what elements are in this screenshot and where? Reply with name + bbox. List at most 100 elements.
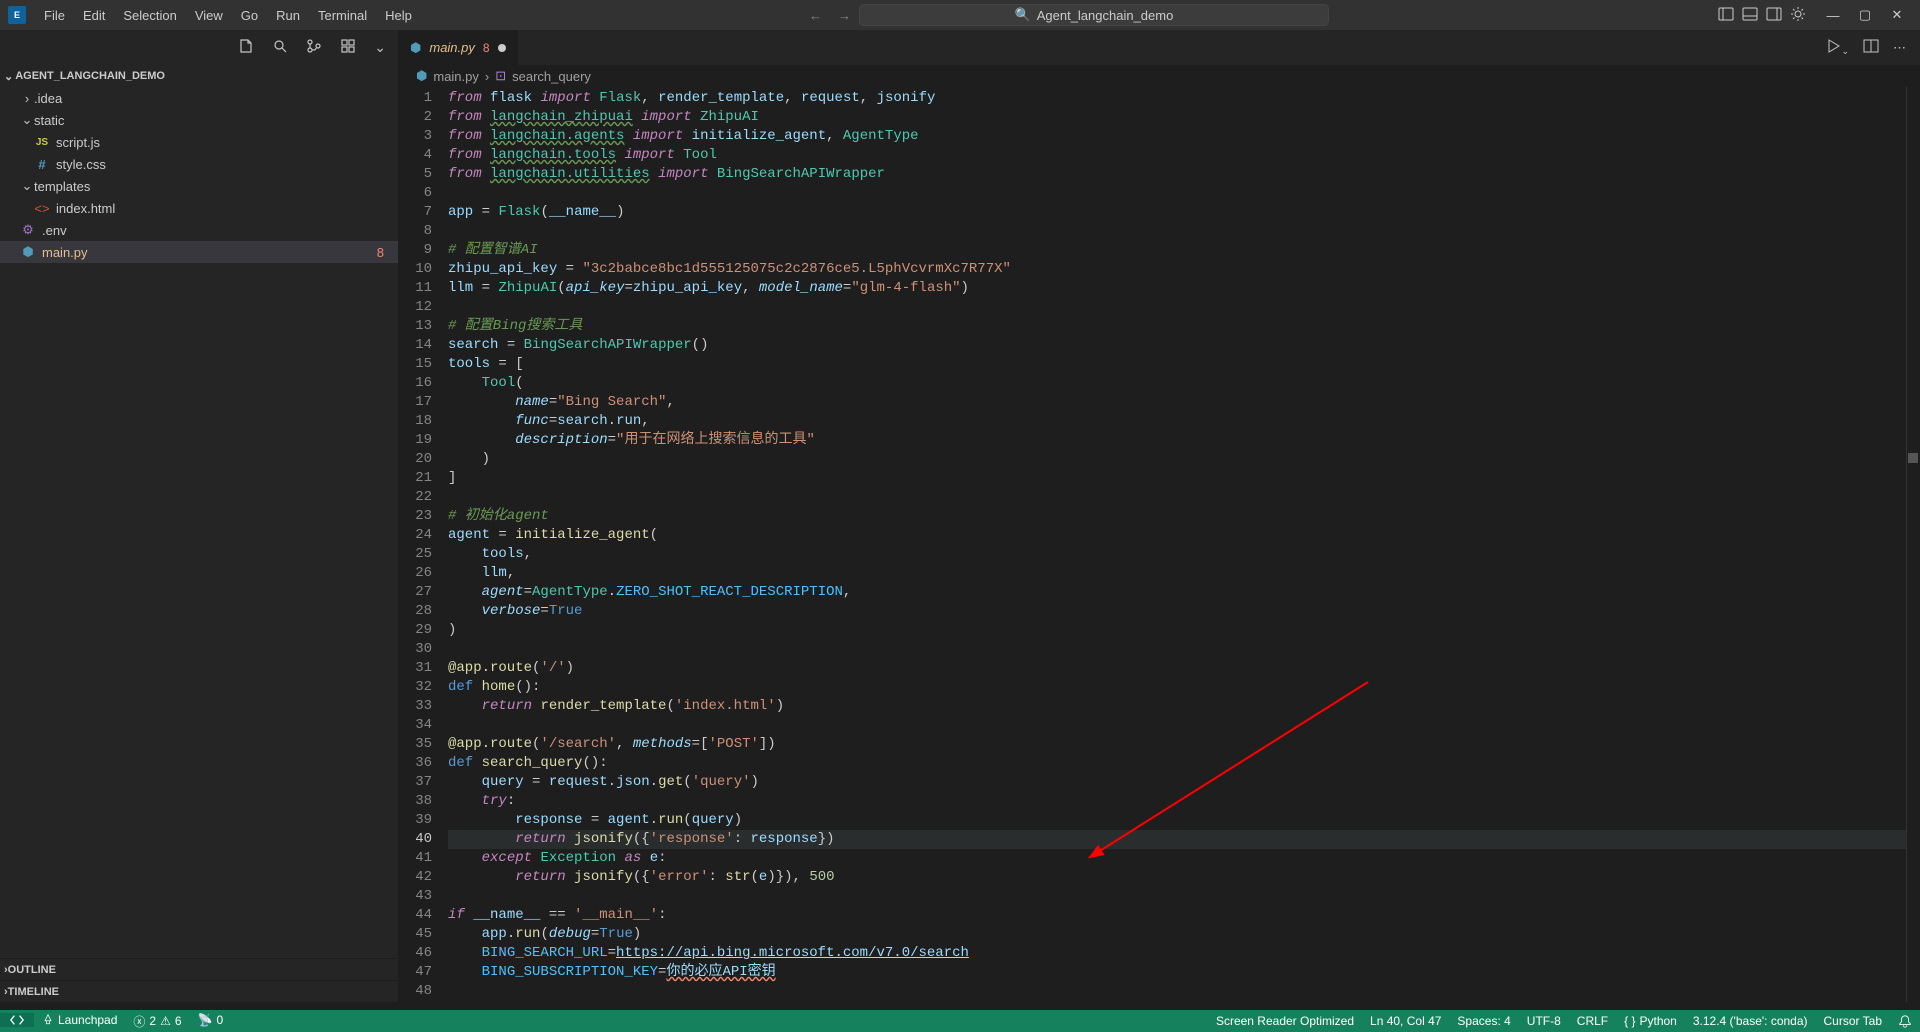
code-line[interactable]: if __name__ == '__main__': [448, 906, 1920, 925]
source-control-icon[interactable] [306, 38, 322, 57]
code-line[interactable]: llm, [448, 564, 1920, 583]
extensions-icon[interactable] [340, 38, 356, 57]
tree-item-static[interactable]: ⌄static [0, 109, 398, 131]
code-line[interactable]: from langchain.tools import Tool [448, 146, 1920, 165]
nav-forward-icon[interactable]: → [838, 8, 851, 23]
menu-go[interactable]: Go [233, 4, 266, 27]
code-line[interactable]: return jsonify({'response': response}) [448, 830, 1920, 849]
code-line[interactable]: def search_query(): [448, 754, 1920, 773]
code-line[interactable] [448, 184, 1920, 203]
panel-bottom-icon[interactable] [1742, 6, 1758, 25]
tree-item-templates[interactable]: ⌄templates [0, 175, 398, 197]
minimize-button[interactable]: — [1818, 1, 1848, 29]
menu-file[interactable]: File [36, 4, 73, 27]
panel-right-icon[interactable] [1766, 6, 1782, 25]
tree-item-style-css[interactable]: #style.css [0, 153, 398, 175]
menu-view[interactable]: View [187, 4, 231, 27]
code-line[interactable]: BING_SEARCH_URL=https://api.bing.microso… [448, 944, 1920, 963]
code-line[interactable]: app = Flask(__name__) [448, 203, 1920, 222]
chevron-down-icon[interactable]: ⌄ [374, 39, 386, 56]
notifications-icon[interactable] [1890, 1014, 1920, 1028]
breadcrumb[interactable]: ⬢ main.py › ⊡ search_query [398, 65, 1920, 87]
tree-item-main-py[interactable]: ⬢main.py8 [0, 241, 398, 263]
code-line[interactable]: ) [448, 450, 1920, 469]
cursor-tab-button[interactable]: Cursor Tab [1816, 1014, 1890, 1028]
code-line[interactable]: ) [448, 621, 1920, 640]
code-line[interactable]: # 配置智谱AI [448, 241, 1920, 260]
code-line[interactable]: app.run(debug=True) [448, 925, 1920, 944]
tree-item-script-js[interactable]: JSscript.js [0, 131, 398, 153]
panel-left-icon[interactable] [1718, 6, 1734, 25]
code-line[interactable] [448, 982, 1920, 1001]
code-line[interactable] [448, 222, 1920, 241]
eol-button[interactable]: CRLF [1569, 1014, 1616, 1028]
menu-terminal[interactable]: Terminal [310, 4, 375, 27]
code-line[interactable] [448, 640, 1920, 659]
code-line[interactable]: return render_template('index.html') [448, 697, 1920, 716]
tree-item--env[interactable]: ⚙.env [0, 219, 398, 241]
code-line[interactable]: llm = ZhipuAI(api_key=zhipu_api_key, mod… [448, 279, 1920, 298]
new-file-icon[interactable] [238, 38, 254, 57]
menu-help[interactable]: Help [377, 4, 420, 27]
tree-item-index-html[interactable]: <>index.html [0, 197, 398, 219]
code-line[interactable]: name="Bing Search", [448, 393, 1920, 412]
outline-section[interactable]: › OUTLINE [0, 958, 398, 980]
code-line[interactable]: agent = initialize_agent( [448, 526, 1920, 545]
menu-selection[interactable]: Selection [115, 4, 184, 27]
close-button[interactable]: ✕ [1882, 1, 1912, 29]
problems-button[interactable]: ⓧ2 ⚠6 [125, 1013, 189, 1030]
code-line[interactable]: # 配置Bing搜索工具 [448, 317, 1920, 336]
code-line[interactable]: Tool( [448, 374, 1920, 393]
code-line[interactable]: description="用于在网络上搜索信息的工具" [448, 431, 1920, 450]
command-center-search[interactable]: 🔍 Agent_langchain_demo [859, 4, 1329, 26]
code-line[interactable]: zhipu_api_key = "3c2babce8bc1d555125075c… [448, 260, 1920, 279]
minimap[interactable] [1906, 87, 1920, 1002]
cursor-position[interactable]: Ln 40, Col 47 [1362, 1014, 1449, 1028]
python-interpreter-button[interactable]: 3.12.4 ('base': conda) [1685, 1014, 1816, 1028]
tree-item--idea[interactable]: ›.idea [0, 87, 398, 109]
code-line[interactable]: @app.route('/search', methods=['POST']) [448, 735, 1920, 754]
more-actions-icon[interactable]: ⋯ [1893, 40, 1906, 56]
code-line[interactable] [448, 298, 1920, 317]
code-line[interactable]: response = agent.run(query) [448, 811, 1920, 830]
code-line[interactable]: func=search.run, [448, 412, 1920, 431]
menu-edit[interactable]: Edit [75, 4, 113, 27]
code-line[interactable]: from langchain.agents import initialize_… [448, 127, 1920, 146]
code-line[interactable] [448, 488, 1920, 507]
code-line[interactable]: agent=AgentType.ZERO_SHOT_REACT_DESCRIPT… [448, 583, 1920, 602]
code-line[interactable]: tools = [ [448, 355, 1920, 374]
code-line[interactable]: ] [448, 469, 1920, 488]
language-mode-button[interactable]: { } Python [1616, 1014, 1685, 1028]
code-line[interactable]: return jsonify({'error': str(e)}), 500 [448, 868, 1920, 887]
maximize-button[interactable]: ▢ [1850, 1, 1880, 29]
code-line[interactable] [448, 716, 1920, 735]
split-editor-icon[interactable] [1863, 38, 1879, 57]
code-line[interactable]: from langchain_zhipuai import ZhipuAI [448, 108, 1920, 127]
code-line[interactable] [448, 887, 1920, 906]
code-line[interactable]: # 初始化agent [448, 507, 1920, 526]
code-line[interactable]: BING_SUBSCRIPTION_KEY=你的必应API密钥 [448, 963, 1920, 982]
code-line[interactable]: tools, [448, 545, 1920, 564]
launchpad-button[interactable]: Launchpad [34, 1013, 125, 1027]
code-line[interactable]: @app.route('/') [448, 659, 1920, 678]
code-content[interactable]: from flask import Flask, render_template… [448, 87, 1920, 1002]
encoding-button[interactable]: UTF-8 [1519, 1014, 1569, 1028]
tab-main-py[interactable]: ⬢ main.py 8 [398, 30, 519, 65]
indentation-button[interactable]: Spaces: 4 [1449, 1014, 1518, 1028]
code-line[interactable]: def home(): [448, 678, 1920, 697]
code-line[interactable]: search = BingSearchAPIWrapper() [448, 336, 1920, 355]
code-line[interactable]: from langchain.utilities import BingSear… [448, 165, 1920, 184]
explorer-project-header[interactable]: ⌄ AGENT_LANGCHAIN_DEMO [0, 65, 398, 87]
menu-run[interactable]: Run [268, 4, 308, 27]
customize-layout-icon[interactable] [1790, 6, 1806, 25]
nav-back-icon[interactable]: ← [809, 8, 822, 23]
search-sidebar-icon[interactable] [272, 38, 288, 57]
run-icon[interactable]: ⌄ [1825, 38, 1849, 57]
remote-indicator[interactable] [0, 1013, 34, 1027]
ports-button[interactable]: 📡0 [190, 1013, 232, 1027]
screen-reader-status[interactable]: Screen Reader Optimized [1208, 1014, 1362, 1028]
code-editor[interactable]: 1234567891011121314151617181920212223242… [398, 87, 1920, 1002]
timeline-section[interactable]: › TIMELINE [0, 980, 398, 1002]
code-line[interactable]: verbose=True [448, 602, 1920, 621]
code-line[interactable]: except Exception as e: [448, 849, 1920, 868]
